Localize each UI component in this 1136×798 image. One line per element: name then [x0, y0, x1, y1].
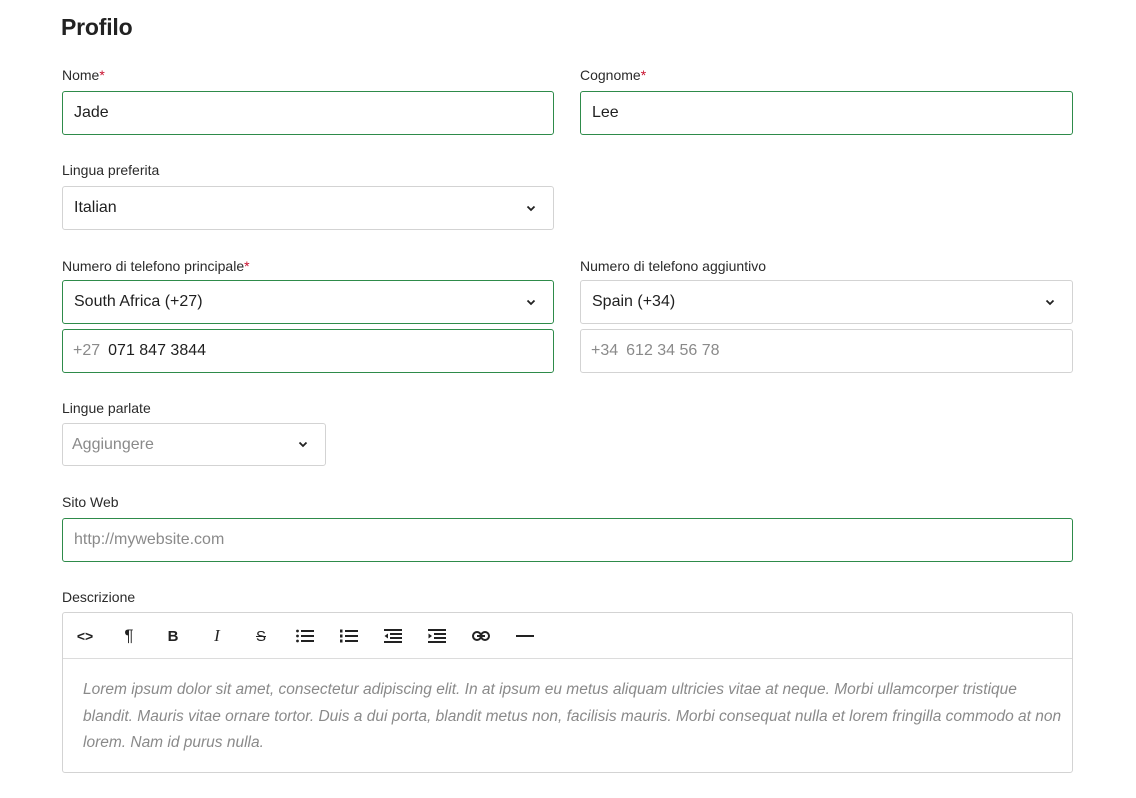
italic-icon[interactable]: I: [205, 624, 229, 648]
bold-icon[interactable]: B: [161, 624, 185, 648]
language-select[interactable]: Italian: [62, 186, 554, 230]
required-mark: *: [640, 67, 647, 83]
last-name-label-text: Cognome: [580, 67, 641, 83]
first-name-input[interactable]: Jade: [62, 91, 554, 135]
editor-toolbar: <> ¶ B I S: [63, 613, 1072, 659]
strikethrough-icon[interactable]: S: [249, 624, 273, 648]
phone-primary-value: 071 847 3844: [108, 342, 207, 359]
spoken-languages-select[interactable]: Aggiungere: [62, 423, 326, 466]
ordered-list-icon[interactable]: [337, 624, 361, 648]
website-placeholder: http://mywebsite.com: [74, 531, 225, 548]
description-label: Descrizione: [62, 589, 136, 605]
code-icon[interactable]: <>: [73, 624, 97, 648]
last-name-value: Lee: [592, 104, 619, 121]
phone-primary-label: Numero di telefono principale*: [62, 258, 250, 274]
last-name-label: Cognome*: [580, 67, 646, 83]
language-value: Italian: [74, 199, 117, 216]
phone-additional-country-value: Spain (+34): [592, 293, 676, 310]
outdent-icon[interactable]: [381, 624, 405, 648]
chevron-down-icon: [296, 438, 310, 452]
language-label: Lingua preferita: [62, 162, 160, 178]
chevron-down-icon: [1043, 295, 1057, 309]
paragraph-icon[interactable]: ¶: [117, 624, 141, 648]
phone-primary-label-text: Numero di telefono principale: [62, 258, 245, 274]
last-name-input[interactable]: Lee: [580, 91, 1073, 135]
first-name-value: Jade: [74, 104, 109, 121]
first-name-label: Nome*: [62, 67, 105, 83]
phone-additional-prefix: +34: [591, 342, 619, 359]
chevron-down-icon: [524, 295, 538, 309]
spoken-languages-placeholder: Aggiungere: [72, 435, 154, 453]
spoken-languages-label: Lingue parlate: [62, 400, 151, 416]
chevron-down-icon: [524, 201, 538, 215]
website-label: Sito Web: [62, 494, 119, 510]
page-title: Profilo: [61, 14, 133, 40]
description-editor[interactable]: <> ¶ B I S Lorem ipsum dolor sit amet, c…: [62, 612, 1073, 773]
website-input[interactable]: http://mywebsite.com: [62, 518, 1073, 562]
indent-icon[interactable]: [425, 624, 449, 648]
phone-additional-country-select[interactable]: Spain (+34): [580, 280, 1073, 324]
phone-primary-input[interactable]: +27 071 847 3844: [62, 329, 554, 373]
phone-additional-placeholder: 612 34 56 78: [626, 342, 720, 359]
bullet-list-icon[interactable]: [293, 624, 317, 648]
link-icon[interactable]: [469, 624, 493, 648]
phone-additional-label: Numero di telefono aggiuntivo: [580, 258, 767, 274]
phone-primary-country-value: South Africa (+27): [74, 293, 203, 310]
phone-primary-prefix: +27: [73, 342, 101, 359]
description-placeholder: Lorem ipsum dolor sit amet, consectetur …: [83, 681, 1062, 751]
required-mark: *: [99, 67, 105, 83]
first-name-label-text: Nome: [62, 67, 100, 83]
required-mark: *: [244, 258, 250, 274]
phone-additional-input[interactable]: +34 612 34 56 78: [580, 329, 1073, 373]
phone-primary-country-select[interactable]: South Africa (+27): [62, 280, 554, 324]
horizontal-rule-icon[interactable]: [513, 624, 537, 648]
